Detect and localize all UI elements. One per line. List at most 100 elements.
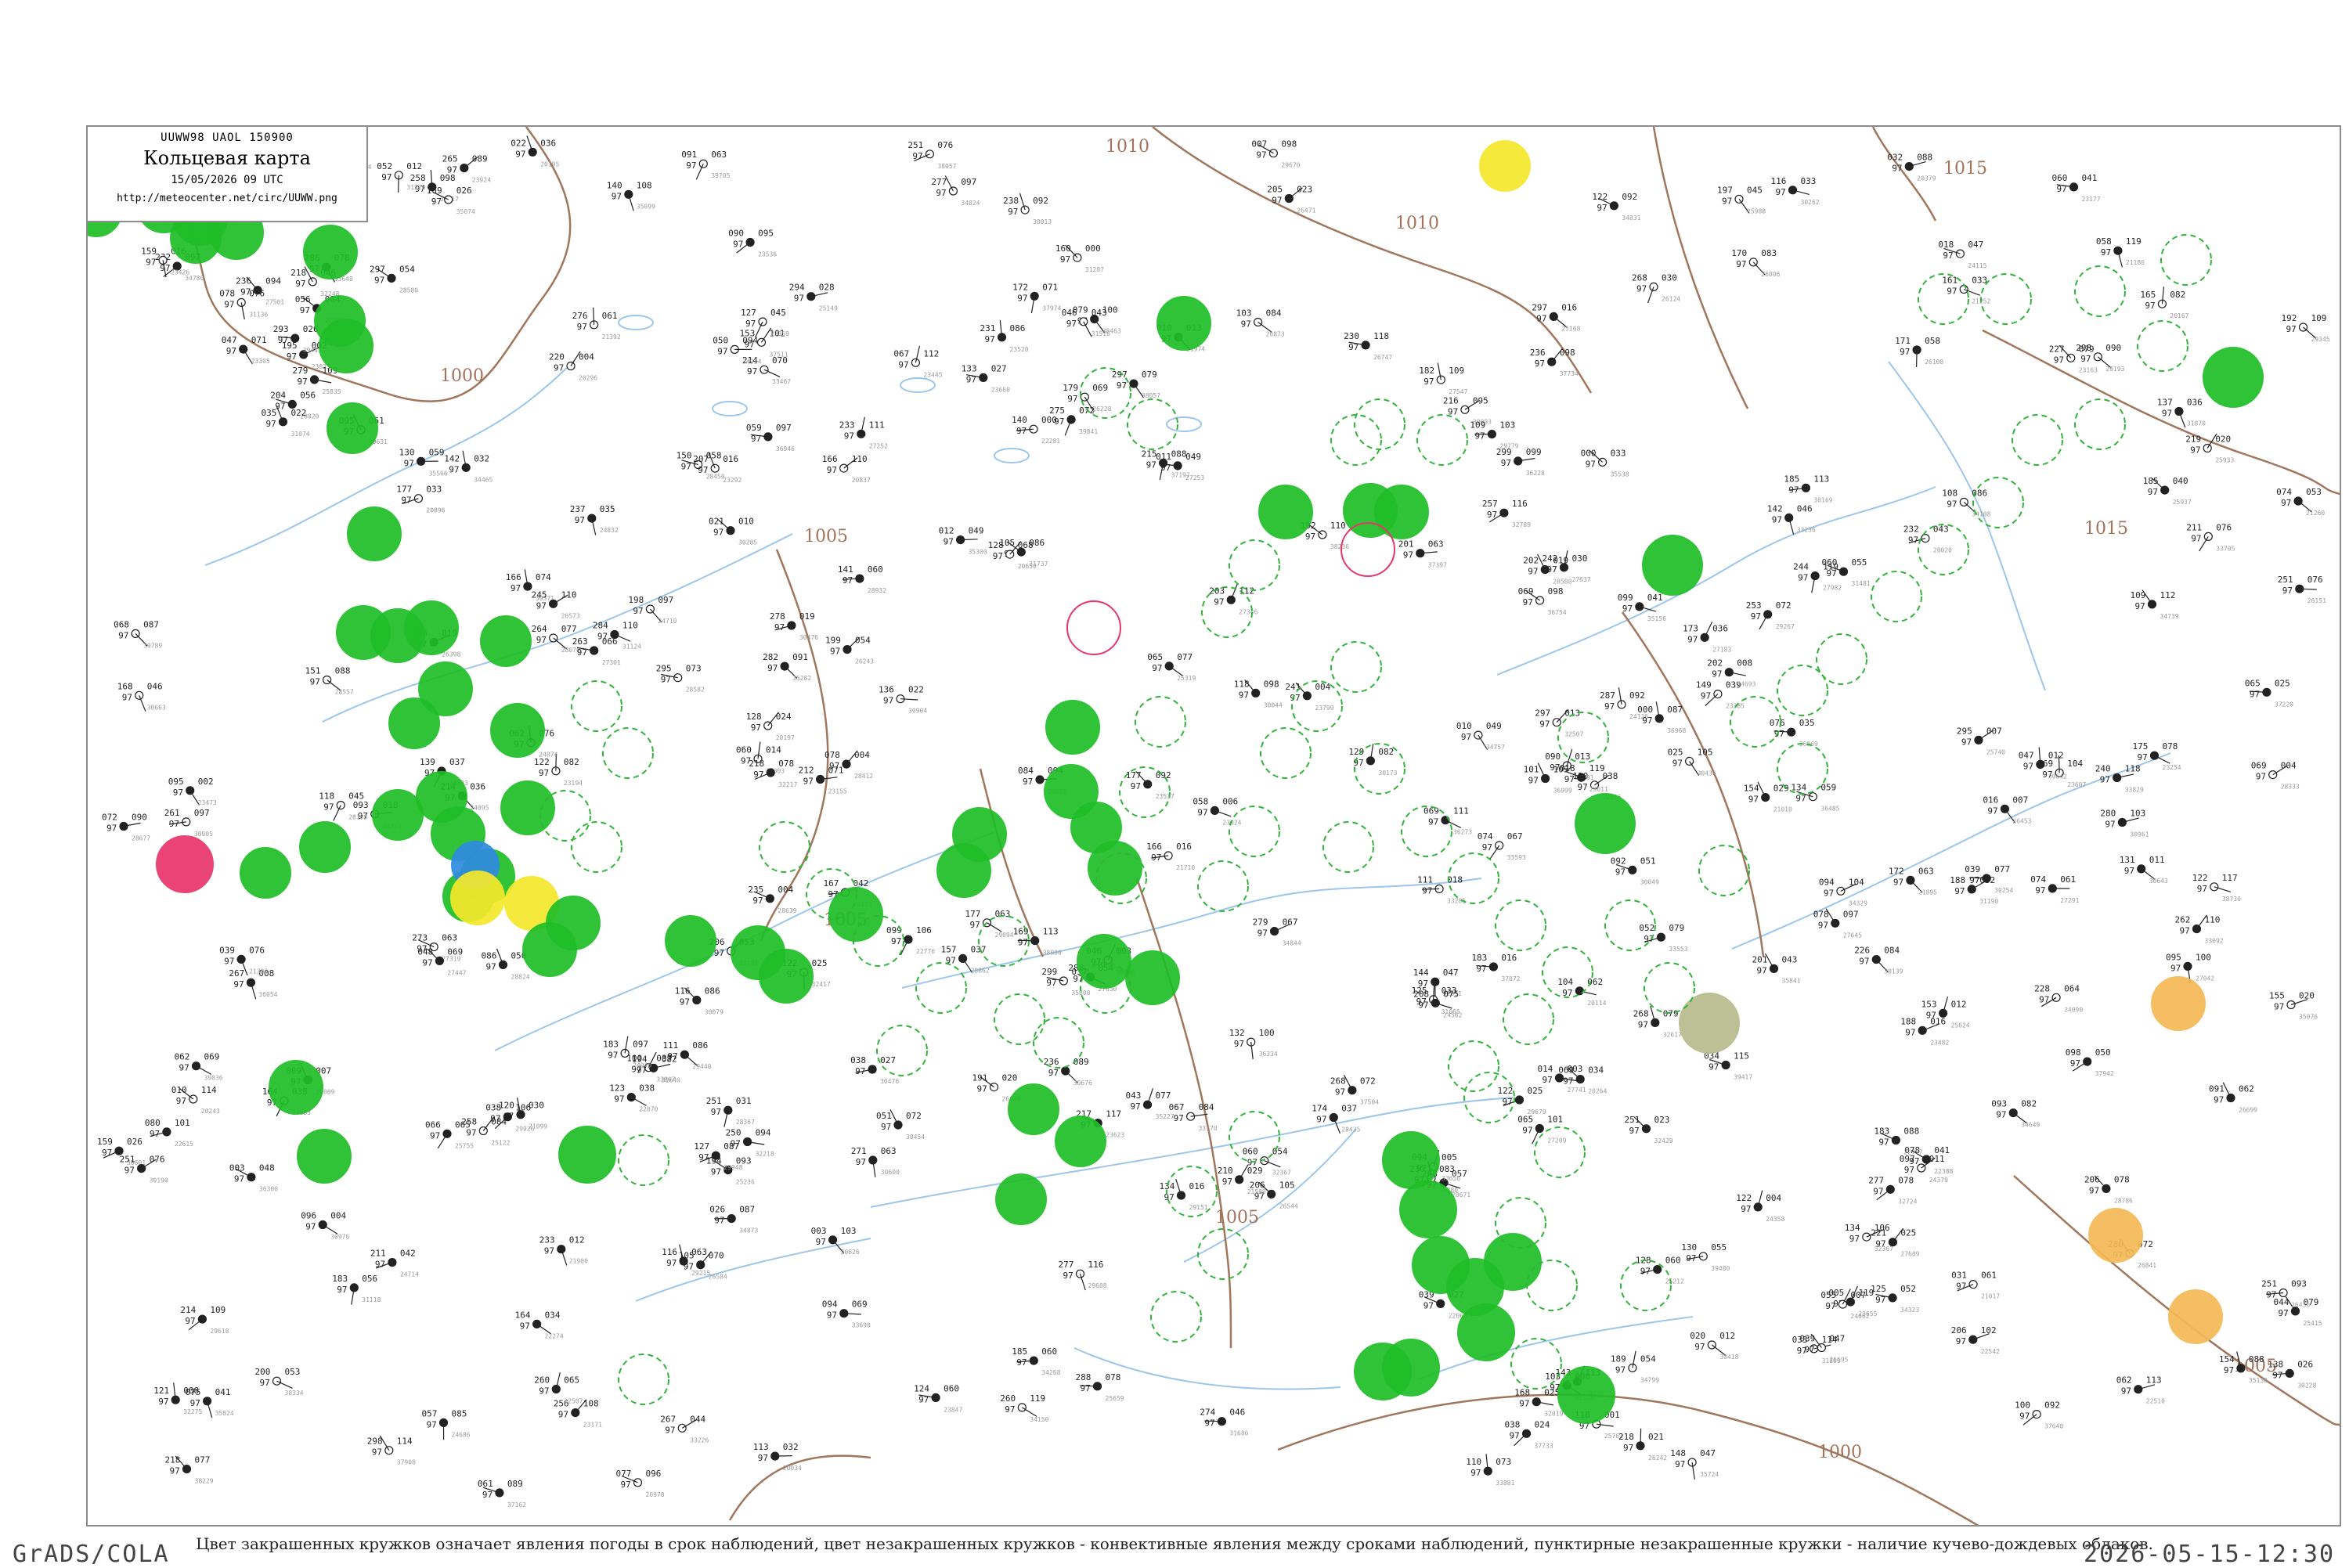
station-model: 2689707932617	[1633, 1006, 1682, 1038]
station-model: 2629711033092	[2175, 915, 2224, 945]
station-value: 97	[747, 366, 757, 377]
station-value: 063	[691, 1247, 707, 1257]
station-marker	[840, 464, 848, 472]
station-value: 216	[1443, 395, 1459, 406]
station-value: 016	[1176, 842, 1192, 852]
station-model: 0579708524686	[422, 1408, 471, 1440]
station-value: 97	[544, 1246, 554, 1256]
station-value: 97	[539, 1386, 549, 1397]
station-value: 034	[1588, 1065, 1604, 1076]
station-value: 97	[170, 1466, 180, 1476]
weather-circle-rain	[300, 822, 350, 872]
station-model: 1839701637072	[1471, 953, 1520, 982]
station-value: 061	[1981, 1271, 1997, 1281]
station-value: 97	[1522, 1126, 1532, 1136]
station-value: 072	[1360, 1076, 1376, 1087]
station-value: 250	[726, 1128, 742, 1138]
station-index: 32417	[812, 981, 831, 988]
station-value: 059	[746, 423, 762, 433]
station-value: 121	[153, 1386, 169, 1396]
station-value: 97	[2214, 1095, 2224, 1105]
station-value: 179	[1063, 383, 1078, 393]
station-value: 058	[1925, 336, 1940, 346]
station-model: 2129707123155	[799, 766, 847, 795]
station-index: 36999	[1553, 788, 1572, 795]
station-index: 26151	[2308, 597, 2326, 604]
station-value: 183	[603, 1039, 619, 1049]
cumulonimbus-dashed-circle	[1449, 1041, 1499, 1091]
station-value: 140	[607, 180, 622, 190]
station-index: 24062	[1850, 1313, 1869, 1320]
station-value: 131	[2120, 855, 2135, 865]
station-value: 297	[1112, 369, 1128, 380]
station-index: 24710	[658, 618, 677, 625]
station-value: 109	[1449, 366, 1464, 376]
station-index: 28367	[736, 1119, 755, 1126]
station-value: 077	[1177, 652, 1193, 662]
station-value: 294	[789, 283, 805, 293]
station-value: 084	[1018, 766, 1034, 776]
station-index: 25122	[491, 1140, 510, 1147]
station-model: 1229700424358	[1736, 1191, 1784, 1223]
cumulonimbus-dashed-circle	[1151, 1292, 1201, 1342]
station-value: 040	[2173, 476, 2188, 486]
station-value: 97	[1214, 597, 1224, 607]
station-index: 21017	[1981, 1293, 2000, 1300]
station-index: 32218	[756, 1151, 774, 1158]
station-model: 2979701332507	[1535, 708, 1583, 738]
station-index: 28588	[1553, 579, 1571, 586]
station-index: 23537	[1156, 793, 1174, 800]
station-value: 113	[753, 1442, 769, 1452]
station-model: 2289706424090	[2034, 983, 2083, 1013]
station-value: 141	[838, 564, 853, 575]
map-title: Кольцевая карта	[88, 147, 366, 169]
cumulonimbus-dashed-circle	[1644, 963, 1694, 1013]
station-model: 2269708430139	[1854, 946, 1903, 975]
station-value: 032	[1887, 153, 1903, 163]
station-value: 060	[1243, 1147, 1258, 1157]
station-index: 26108	[1925, 359, 1943, 366]
station-value: 063	[442, 933, 457, 943]
station-value: 053	[2306, 487, 2322, 497]
station-value: 053	[285, 1367, 301, 1377]
station-value: 97	[614, 1094, 624, 1105]
station-index: 36334	[1259, 1051, 1278, 1058]
station-value: 013	[1575, 752, 1590, 762]
weather-circle-rain	[373, 790, 423, 840]
station-model: 1289702420197	[746, 712, 795, 741]
station-value: 97	[2019, 1411, 2030, 1422]
weather-circle-rain	[491, 704, 544, 757]
station-index: 27209	[1547, 1137, 1566, 1144]
station-value: 058	[1193, 796, 1208, 806]
station-value: 97	[855, 1066, 865, 1076]
station-value: 212	[799, 766, 814, 776]
station-value: 067	[1283, 917, 1298, 928]
station-value: 295	[656, 664, 672, 674]
station-value: 052	[1639, 923, 1654, 933]
station-value: 101	[175, 1118, 190, 1128]
weather-circle-rain	[405, 601, 458, 654]
station-value: 244	[1793, 562, 1809, 572]
station-model: 0529707933553	[1639, 923, 1687, 953]
station-value: 092	[1033, 196, 1048, 206]
station-value: 027	[991, 363, 1007, 373]
weather-circle-rain	[953, 808, 1006, 861]
station-value: 093	[2291, 1279, 2307, 1289]
station-model: 2339711127252	[839, 417, 888, 450]
station-value: 039	[1799, 1334, 1815, 1344]
station-value: 298	[367, 1436, 383, 1447]
station-model: 2779711629608	[1059, 1260, 1107, 1290]
station-value: 034	[545, 1310, 561, 1320]
station-value: 97	[1501, 458, 1511, 468]
station-value: 109	[1470, 420, 1485, 431]
station-marker	[1831, 919, 1839, 927]
station-index: 25624	[1951, 1022, 1970, 1029]
station-index: 30961	[2130, 831, 2149, 838]
station-model: 0909709523536	[728, 229, 777, 258]
station-value: 094	[1819, 877, 1835, 887]
station-model: 0389702730476	[850, 1055, 899, 1085]
station-value: 068	[114, 619, 129, 629]
station-value: 105	[1279, 1180, 1295, 1190]
station-value: 055	[1852, 557, 1867, 568]
station-value: 97	[511, 583, 521, 593]
